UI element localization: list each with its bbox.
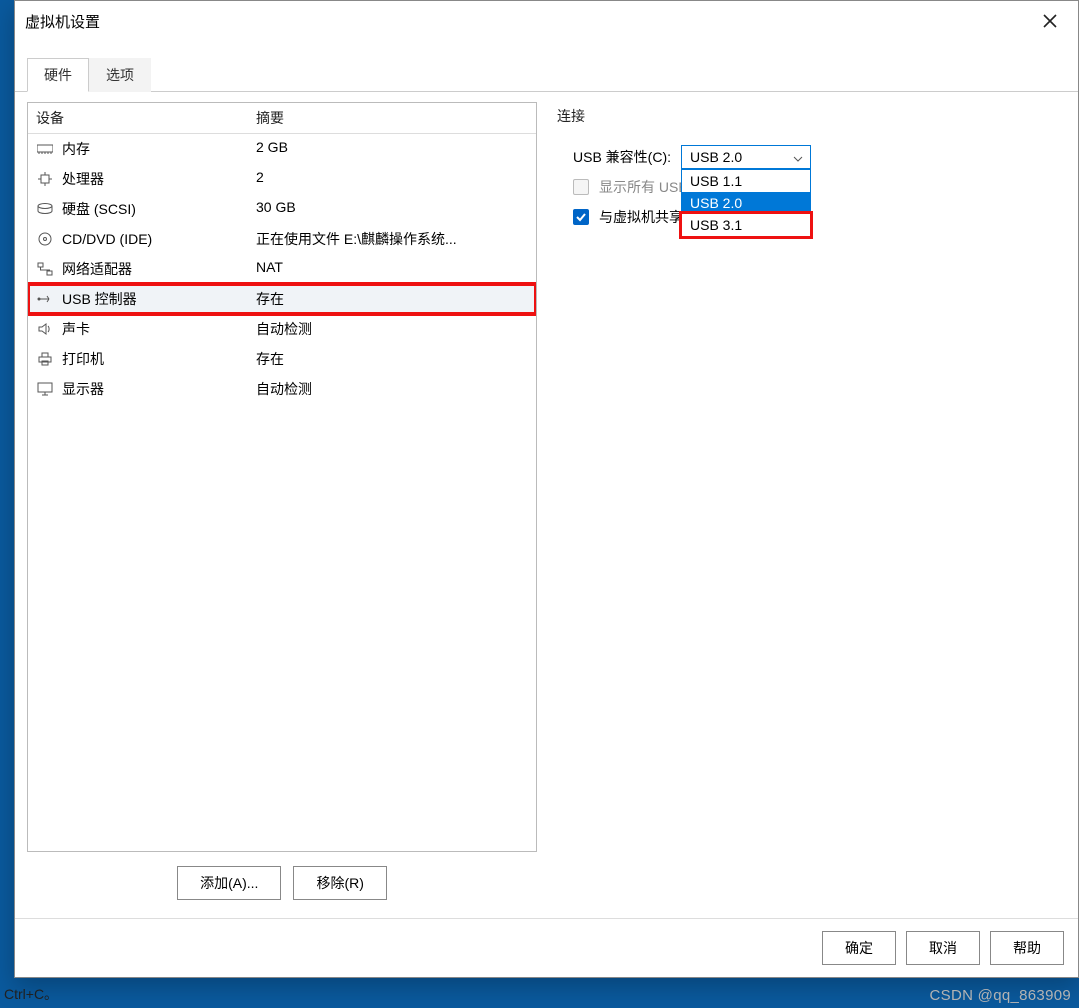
titlebar: 虚拟机设置 [15,1,1078,41]
show-all-usb-label: 显示所有 USB [599,177,688,197]
help-button[interactable]: 帮助 [990,931,1064,965]
usb-icon [36,291,54,307]
device-label: 网络适配器 [62,259,132,279]
device-summary: 存在 [256,289,528,309]
network-icon [36,261,54,277]
device-summary: 自动检测 [256,379,528,399]
display-icon [36,381,54,397]
device-row-sound[interactable]: 声卡 自动检测 [28,314,536,344]
device-row-printer[interactable]: 打印机 存在 [28,344,536,374]
usb-compat-label: USB 兼容性(C): [573,147,671,167]
device-summary: 正在使用文件 E:\麒麟操作系统... [256,229,528,249]
usb-compat-selected-value[interactable]: USB 2.0 [681,145,811,169]
device-row-usb[interactable]: USB 控制器 存在 [28,284,536,314]
device-list-header: 设备 摘要 [28,103,536,134]
hardware-left-panel: 设备 摘要 内存 2 GB 处理器 2 硬盘 (SCSI) 30 GB CD/D… [27,102,537,900]
device-summary: 自动检测 [256,319,528,339]
dialog-title: 虚拟机设置 [25,11,100,32]
device-label: 显示器 [62,379,104,399]
device-list: 设备 摘要 内存 2 GB 处理器 2 硬盘 (SCSI) 30 GB CD/D… [27,102,537,852]
device-label: 声卡 [62,319,90,339]
watermark-text: CSDN @qq_863909 [930,987,1071,1004]
cd-icon [36,231,54,247]
ok-button[interactable]: 确定 [822,931,896,965]
usb-compat-option-usb20[interactable]: USB 2.0 [682,192,810,214]
dialog-button-bar: 确定 取消 帮助 [15,918,1078,977]
tab-options[interactable]: 选项 [89,58,151,92]
device-row-network[interactable]: 网络适配器 NAT [28,254,536,284]
show-all-usb-row: 显示所有 USB [573,172,1058,202]
printer-icon [36,351,54,367]
usb-compat-row: USB 兼容性(C): USB 2.0 USB 1.1 USB 2.0 USB … [573,142,1058,172]
device-buttons: 添加(A)... 移除(R) [27,866,537,900]
cancel-button[interactable]: 取消 [906,931,980,965]
header-summary: 摘要 [256,108,528,128]
close-icon [1043,14,1057,28]
device-label: 处理器 [62,169,104,189]
device-label: 内存 [62,139,90,159]
device-summary: NAT [256,259,528,279]
device-row-cddvd[interactable]: CD/DVD (IDE) 正在使用文件 E:\麒麟操作系统... [28,224,536,254]
close-button[interactable] [1032,7,1068,35]
device-label: 硬盘 (SCSI) [62,199,136,219]
usb-compat-dropdown-list: USB 1.1 USB 2.0 USB 3.1 [681,169,811,237]
device-summary: 30 GB [256,199,528,219]
device-row-cpu[interactable]: 处理器 2 [28,164,536,194]
connection-group: USB 兼容性(C): USB 2.0 USB 1.1 USB 2.0 USB … [557,136,1064,238]
sound-icon [36,321,54,337]
header-device: 设备 [36,108,256,128]
device-row-display[interactable]: 显示器 自动检测 [28,374,536,404]
share-usb-label: 与虚拟机共享 [599,207,683,227]
connection-group-label: 连接 [557,106,1064,126]
device-summary: 2 GB [256,139,528,159]
memory-icon [36,141,54,157]
cpu-icon [36,171,54,187]
share-usb-checkbox[interactable] [573,209,589,225]
disk-icon [36,201,54,217]
device-label: 打印机 [62,349,104,369]
show-all-usb-checkbox [573,179,589,195]
background-hint-text: Ctrl+C。 [4,984,58,1004]
tab-hardware[interactable]: 硬件 [27,58,89,92]
device-summary: 2 [256,169,528,189]
usb-compat-option-usb31[interactable]: USB 3.1 [682,214,810,236]
tab-bar: 硬件 选项 [15,57,1078,92]
usb-compat-option-usb11[interactable]: USB 1.1 [682,170,810,192]
usb-compat-combo[interactable]: USB 2.0 USB 1.1 USB 2.0 USB 3.1 [681,145,811,169]
share-usb-row: 与虚拟机共享 [573,202,1058,232]
check-icon [575,211,587,223]
device-label: USB 控制器 [62,289,137,309]
device-label: CD/DVD (IDE) [62,231,152,247]
device-row-disk[interactable]: 硬盘 (SCSI) 30 GB [28,194,536,224]
vm-settings-dialog: 虚拟机设置 硬件 选项 设备 摘要 内存 2 GB 处理器 2 [14,0,1079,978]
dialog-body: 设备 摘要 内存 2 GB 处理器 2 硬盘 (SCSI) 30 GB CD/D… [15,92,1078,918]
add-button[interactable]: 添加(A)... [177,866,281,900]
combo-value-text: USB 2.0 [690,149,742,165]
remove-button[interactable]: 移除(R) [293,866,386,900]
device-summary: 存在 [256,349,528,369]
hardware-right-panel: 连接 USB 兼容性(C): USB 2.0 USB 1.1 USB 2.0 U… [555,102,1066,900]
device-row-memory[interactable]: 内存 2 GB [28,134,536,164]
